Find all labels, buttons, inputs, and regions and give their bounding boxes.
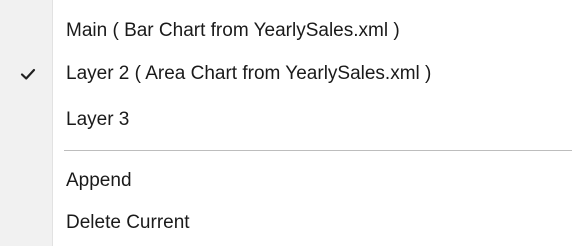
menu-item-delete-current[interactable]: Delete Current — [0, 205, 576, 241]
menu-item-layer-3[interactable]: Layer 3 — [0, 102, 576, 138]
menu-item-label: Layer 3 — [66, 109, 130, 130]
menu-item-layer-2[interactable]: Layer 2 ( Area Chart from YearlySales.xm… — [0, 56, 576, 92]
menu-item-label: Append — [66, 170, 132, 191]
layer-context-menu: Main ( Bar Chart from YearlySales.xml ) … — [0, 0, 576, 246]
checkmark-icon — [18, 64, 38, 84]
menu-item-label: Layer 2 ( Area Chart from YearlySales.xm… — [66, 63, 432, 84]
menu-item-append[interactable]: Append — [0, 163, 576, 199]
menu-item-main-layer[interactable]: Main ( Bar Chart from YearlySales.xml ) — [0, 13, 576, 49]
menu-item-label: Main ( Bar Chart from YearlySales.xml ) — [66, 20, 400, 41]
menu-separator — [64, 150, 572, 151]
menu-item-label: Delete Current — [66, 212, 190, 233]
